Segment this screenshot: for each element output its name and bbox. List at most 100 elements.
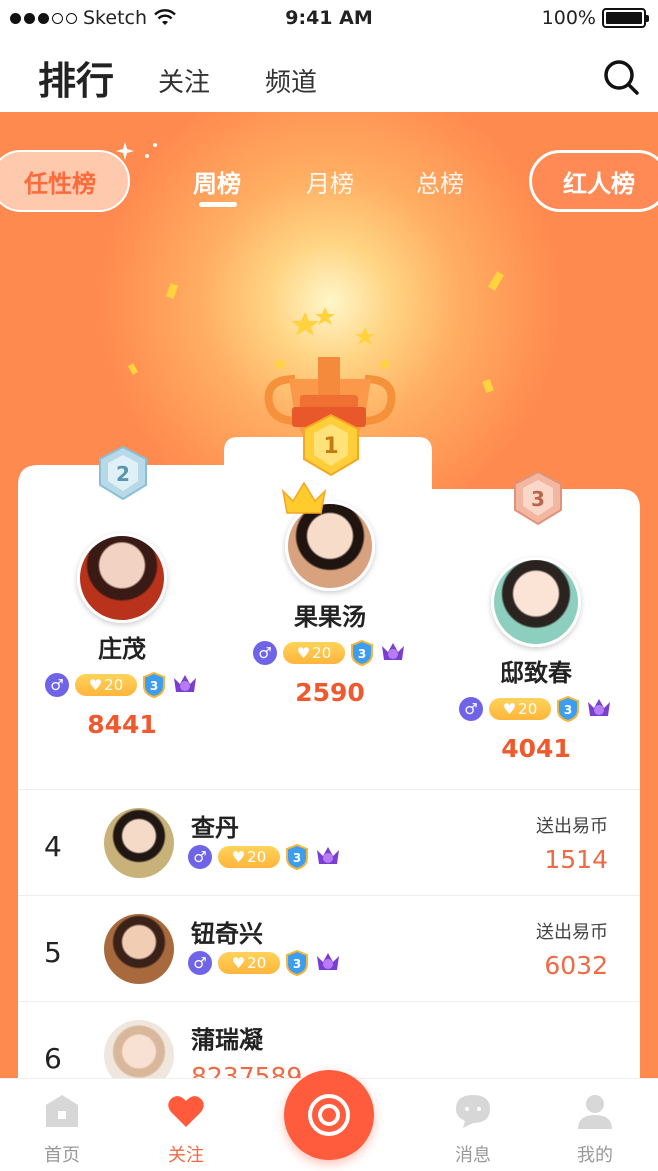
rank-1-badge: 1	[303, 413, 359, 477]
like-count: 20	[312, 644, 332, 662]
level-shield-icon: 3	[286, 950, 308, 976]
gender-male-icon: ♂	[459, 697, 483, 721]
rank-number: 4	[44, 830, 62, 863]
sparkle-icon	[116, 142, 157, 160]
like-badge: ♥ 20	[283, 642, 345, 664]
battery-percent: 100%	[541, 7, 596, 29]
svg-text:3: 3	[358, 647, 366, 661]
battery-icon	[602, 8, 649, 28]
svg-text:2: 2	[116, 462, 130, 486]
tab-label: 关注	[168, 1145, 204, 1166]
battery-area: 100%	[541, 7, 649, 29]
tab-monthly[interactable]: 月榜	[306, 164, 354, 199]
score: 4041	[501, 734, 571, 763]
live-camera-button[interactable]	[284, 1070, 374, 1160]
signal-icon	[10, 12, 77, 24]
avatar[interactable]	[77, 533, 167, 623]
podium-rank-3[interactable]: 邸致春 ♂ ♥ 20 3 4041	[446, 557, 626, 763]
svg-text:3: 3	[150, 679, 158, 693]
heart-icon	[168, 1096, 204, 1127]
nav-tab-follow[interactable]: 关注	[158, 62, 210, 99]
status-bar: Sketch 9:41 AM 100%	[0, 0, 658, 38]
tab-profile[interactable]: 我的	[555, 1091, 635, 1167]
heart-icon: ♥	[231, 954, 246, 972]
heart-icon: ♥	[88, 676, 103, 694]
tab-total[interactable]: 总榜	[416, 164, 464, 199]
gender-male-icon: ♂	[253, 641, 277, 665]
tab-home[interactable]: 首页	[22, 1091, 102, 1167]
list-item[interactable]: 5 钮奇兴 ♂ ♥ 20 3 送出易币 6032	[18, 895, 640, 1001]
level-shield-icon: 3	[143, 672, 165, 698]
vip-crown-icon	[382, 643, 404, 660]
rank-number: 5	[44, 936, 62, 969]
user-name: 查丹	[191, 814, 239, 842]
user-badges: ♂ ♥ 20 3	[240, 640, 420, 666]
user-name: 果果汤	[294, 603, 366, 631]
heart-icon: ♥	[502, 700, 517, 718]
coins-sent-label: 送出易币	[536, 922, 608, 943]
podium-rank-1[interactable]: 果果汤 ♂ ♥ 20 3 2590	[240, 481, 420, 707]
tab-celebrity-chart[interactable]: 红人榜	[529, 150, 658, 212]
podium-rank-2[interactable]: 庄茂 ♂ ♥ 20 3 8441	[32, 533, 212, 739]
gender-male-icon: ♂	[188, 951, 212, 975]
score: 2590	[295, 678, 365, 707]
podium-card: 2 1 3 庄茂 ♂ ♥ 20 3 8441 果果汤 ♂ ♥ 20 3 2590…	[18, 413, 640, 797]
chat-icon	[456, 1095, 490, 1128]
tab-label: 消息	[455, 1145, 491, 1166]
vip-crown-icon	[588, 699, 610, 716]
svg-text:1: 1	[323, 434, 338, 459]
top-nav: 排行 关注 频道	[0, 38, 658, 112]
svg-text:3: 3	[531, 487, 545, 511]
user-name: 钮奇兴	[191, 920, 263, 948]
carrier-area: Sketch	[10, 7, 177, 29]
ranking-list: 4 查丹 ♂ ♥ 20 3 送出易币 1514 5 钮奇兴 ♂ ♥ 20 3 送出易…	[18, 789, 640, 1091]
coins-sent-label: 送出易币	[536, 816, 608, 837]
user-badges: ♂ ♥ 20 3	[446, 696, 626, 722]
coins-sent-value: 1514	[544, 845, 608, 874]
nav-title-ranking[interactable]: 排行	[38, 50, 114, 105]
tab-willful-chart[interactable]: 任性榜	[0, 150, 130, 212]
avatar[interactable]	[104, 808, 174, 878]
rank-2-badge: 2	[99, 445, 147, 501]
user-name: 邸致春	[500, 659, 572, 687]
user-name: 蒲瑞凝	[191, 1026, 263, 1054]
level-shield-icon: 3	[286, 844, 308, 870]
heart-icon: ♥	[231, 848, 246, 866]
like-count: 20	[247, 848, 267, 866]
tab-follow[interactable]: 关注	[146, 1091, 226, 1167]
level-shield-icon: 3	[351, 640, 373, 666]
svg-text:3: 3	[293, 957, 301, 971]
level-shield-icon: 3	[557, 696, 579, 722]
user-badges: ♂ ♥ 20 3	[188, 950, 342, 976]
camera-icon	[308, 1094, 350, 1136]
user-badges: ♂ ♥ 20 3	[32, 672, 212, 698]
rank-3-badge: 3	[514, 470, 562, 526]
like-count: 20	[104, 676, 124, 694]
vip-crown-icon	[317, 953, 339, 970]
home-icon	[46, 1095, 78, 1127]
like-count: 20	[247, 954, 267, 972]
search-icon[interactable]	[602, 58, 640, 96]
avatar[interactable]	[104, 914, 174, 984]
nav-tab-channel[interactable]: 频道	[265, 62, 317, 99]
vip-crown-icon	[317, 847, 339, 864]
svg-text:3: 3	[564, 703, 572, 717]
like-count: 20	[518, 700, 538, 718]
like-badge: ♥ 20	[489, 698, 551, 720]
heart-icon: ♥	[296, 644, 311, 662]
tab-weekly[interactable]: 周榜	[193, 164, 241, 199]
like-badge: ♥ 20	[218, 952, 280, 974]
crown-icon	[281, 481, 327, 514]
tab-messages[interactable]: 消息	[433, 1091, 513, 1167]
vip-crown-icon	[174, 675, 196, 692]
like-badge: ♥ 20	[218, 846, 280, 868]
rank-number: 6	[44, 1042, 62, 1075]
list-item[interactable]: 4 查丹 ♂ ♥ 20 3 送出易币 1514	[18, 789, 640, 895]
carrier-name: Sketch	[83, 7, 148, 29]
gender-male-icon: ♂	[45, 673, 69, 697]
tab-label: 首页	[44, 1145, 80, 1166]
user-name: 庄茂	[98, 635, 146, 663]
avatar[interactable]	[491, 557, 581, 647]
svg-text:3: 3	[293, 851, 301, 865]
coins-sent-value: 6032	[544, 951, 608, 980]
